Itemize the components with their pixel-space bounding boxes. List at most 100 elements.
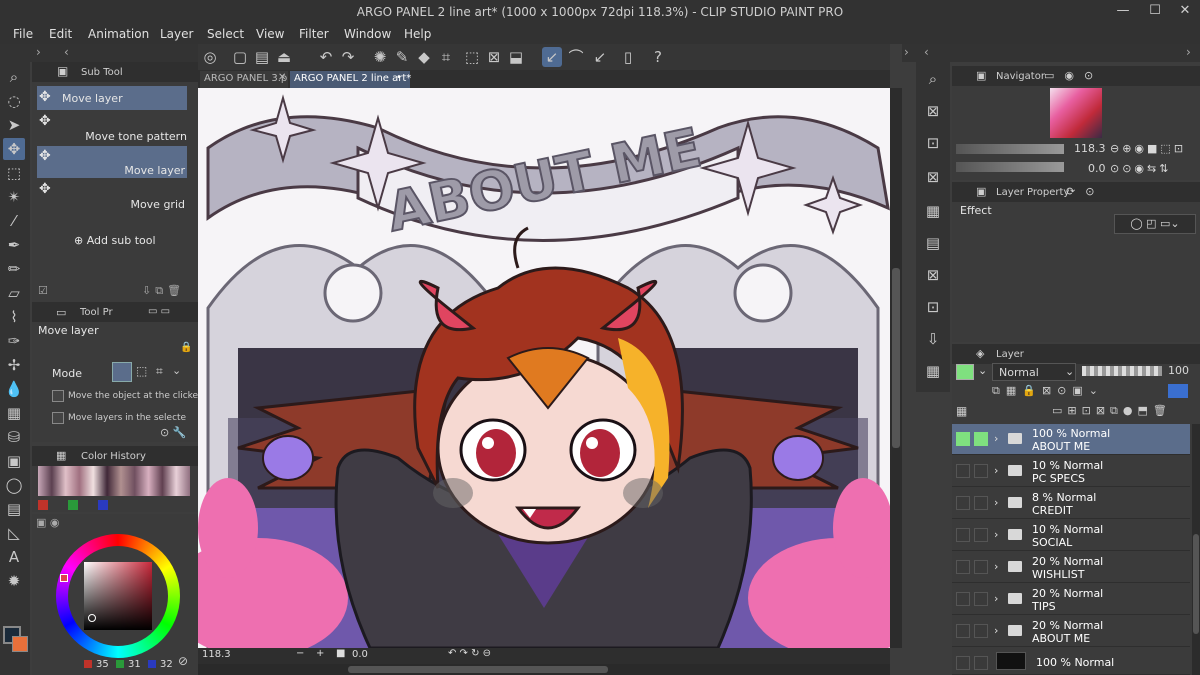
loading-icon[interactable]: ✺ — [370, 47, 390, 67]
layer-color-swatch[interactable] — [956, 364, 974, 380]
lock-toggle[interactable] — [974, 528, 988, 542]
layer-color-dropdown[interactable]: ⌄ — [978, 364, 987, 377]
shape-icon[interactable]: ◯ — [3, 474, 25, 496]
material-icon-4[interactable]: ▦ — [922, 200, 944, 222]
redo-icon[interactable]: ↷ — [338, 47, 358, 67]
menu-view[interactable]: View — [256, 27, 284, 41]
color-picker-handle[interactable] — [88, 614, 96, 622]
expand-chevron-icon[interactable]: › — [994, 528, 998, 541]
invert-icon[interactable]: ⬓ — [506, 47, 526, 67]
menu-select[interactable]: Select — [207, 27, 244, 41]
visibility-toggle[interactable] — [956, 624, 970, 638]
blend-mode-select[interactable]: Normal ⌄ — [992, 363, 1076, 381]
frame-icon[interactable]: ▤ — [3, 498, 25, 520]
lock-toggle[interactable] — [974, 592, 988, 606]
layer-row-wishlist[interactable]: › 20 % Normal WISHLIST — [952, 552, 1190, 583]
zoom-icon[interactable]: ⌕ — [3, 66, 25, 88]
layer-row-credit[interactable]: › 8 % Normal CREDIT — [952, 488, 1190, 519]
zoom-in-icon[interactable]: + — [316, 648, 324, 659]
eyedropper-icon[interactable]: ⁄ — [3, 210, 25, 232]
pencil-icon[interactable]: ✏ — [3, 258, 25, 280]
layer-row-tips[interactable]: › 20 % Normal TIPS — [952, 584, 1190, 615]
lock-toggle[interactable] — [974, 560, 988, 574]
tab-argo-panel-2[interactable]: ARGO PANEL 2 line art* — [290, 71, 411, 88]
expand-chevron-icon[interactable]: › — [994, 496, 998, 509]
menu-filter[interactable]: Filter — [299, 27, 329, 41]
panel-menu-icon[interactable]: ▭ ▭ — [148, 306, 170, 317]
app-logo-icon[interactable]: ◎ — [200, 47, 220, 67]
canvas-horizontal-scrollbar[interactable] — [198, 664, 890, 675]
edit-pen-icon[interactable] — [974, 432, 988, 446]
effect-buttons[interactable]: ◯ ◰ ▭⌄ — [1114, 214, 1196, 234]
option1-checkbox[interactable] — [52, 390, 64, 402]
subtool-move-layer-2[interactable]: ✥ Move layer — [37, 146, 187, 178]
layer-list-scrollbar[interactable] — [1192, 424, 1200, 675]
zoom-out-icon[interactable]: − — [296, 648, 304, 659]
layer-action-buttons[interactable]: ▭⊞⊡⊠⧉●⬒🗑 — [1052, 404, 1172, 418]
menu-edit[interactable]: Edit — [49, 27, 72, 41]
dock-collapse-icon[interactable]: ‹ — [924, 45, 929, 59]
visibility-toggle[interactable] — [956, 560, 970, 574]
snap-grid-icon[interactable]: ↙ — [590, 47, 610, 67]
visibility-toggle[interactable] — [956, 592, 970, 606]
eye-icon[interactable] — [956, 432, 970, 446]
dock-collapse-right-icon[interactable]: › — [1186, 45, 1191, 59]
crop-icon[interactable]: ⊠ — [484, 47, 504, 67]
magic-wand-icon[interactable]: ✴ — [3, 186, 25, 208]
menu-help[interactable]: Help — [404, 27, 431, 41]
save-icon[interactable]: ⏏ — [274, 47, 294, 67]
history-swatch-green[interactable] — [68, 500, 78, 510]
lock-toggle[interactable] — [974, 624, 988, 638]
opacity-value[interactable]: 100 — [1168, 364, 1189, 377]
navigator-tabs[interactable]: ▭◉⊙ — [1044, 69, 1103, 82]
menu-layer[interactable]: Layer — [160, 27, 193, 41]
add-sub-tool-button[interactable]: ⊕ Add sub tool — [74, 234, 156, 247]
color-history-swatches[interactable] — [38, 466, 190, 496]
material-icon-9[interactable]: ▦ — [922, 360, 944, 382]
canvas-vertical-scrollbar[interactable] — [890, 88, 902, 648]
layer-mask-icon[interactable]: ▦ — [956, 404, 967, 418]
tab-modified-icon[interactable]: • — [396, 72, 402, 83]
device-icon[interactable]: ▯ — [618, 47, 638, 67]
deselect-icon[interactable]: ⬚ — [462, 47, 482, 67]
maximize-button[interactable]: ☐ — [1140, 3, 1170, 18]
text-icon[interactable]: A — [3, 546, 25, 568]
zoom-fit-icon[interactable]: ■ — [336, 648, 345, 659]
fill-bucket-icon[interactable]: ⛁ — [3, 426, 25, 448]
menu-window[interactable]: Window — [344, 27, 391, 41]
expand-chevron-icon[interactable]: › — [994, 592, 998, 605]
snap-special-icon[interactable]: ⌒ — [566, 47, 586, 67]
undo-icon[interactable]: ↶ — [316, 47, 336, 67]
tab-close-icon[interactable]: ✕ — [278, 72, 286, 83]
layer-row-social[interactable]: › 10 % Normal SOCIAL — [952, 520, 1190, 551]
rotate-controls[interactable]: ↶ ↷ ↻ ⊖ — [448, 648, 491, 659]
ruler-icon[interactable]: ◺ — [3, 522, 25, 544]
expand-chevron-icon[interactable]: › — [994, 432, 998, 445]
color-mode-icon[interactable]: ⊘ — [178, 654, 188, 668]
clear-icon[interactable]: ✎ — [392, 47, 412, 67]
selection-icon[interactable]: ⬚ — [3, 162, 25, 184]
lasso-icon[interactable]: ◌ — [3, 90, 25, 112]
material-icon[interactable]: ⊠ — [922, 100, 944, 122]
tab-argo-panel-3[interactable]: ARGO PANEL 3.p — [200, 71, 288, 88]
decoration-icon[interactable]: ✢ — [3, 354, 25, 376]
canvas-scroll-thumb[interactable] — [892, 268, 900, 448]
layer-options-row[interactable]: ⧉▦🔒⊠⊙▣⌄ — [992, 384, 1104, 398]
layer-scroll-thumb[interactable] — [1193, 534, 1199, 634]
tool-property-tools[interactable]: ⊙ 🔧 — [160, 426, 186, 439]
help-icon[interactable]: ? — [648, 47, 668, 67]
material-icon-6[interactable]: ⊠ — [922, 264, 944, 286]
operation-icon[interactable]: ➤ — [3, 114, 25, 136]
expand-chevron-icon[interactable]: › — [994, 464, 998, 477]
menu-animation[interactable]: Animation — [88, 27, 149, 41]
subtool-actions[interactable]: ⇩⧉🗑 — [142, 284, 185, 298]
visibility-toggle[interactable] — [956, 464, 970, 478]
subtool-move-tone[interactable]: ✥ Move tone pattern — [37, 112, 187, 144]
material-icon-5[interactable]: ▤ — [922, 232, 944, 254]
material-icon-8[interactable]: ⇩ — [922, 328, 944, 350]
minimize-button[interactable]: — — [1108, 3, 1138, 18]
canvas-hscroll-thumb[interactable] — [348, 666, 608, 673]
collapse-icon[interactable]: ‹ — [64, 45, 69, 59]
layer-row-about-me[interactable]: › 100 % Normal ABOUT ME — [952, 424, 1190, 455]
transform-icon[interactable]: ⌗ — [436, 47, 456, 67]
